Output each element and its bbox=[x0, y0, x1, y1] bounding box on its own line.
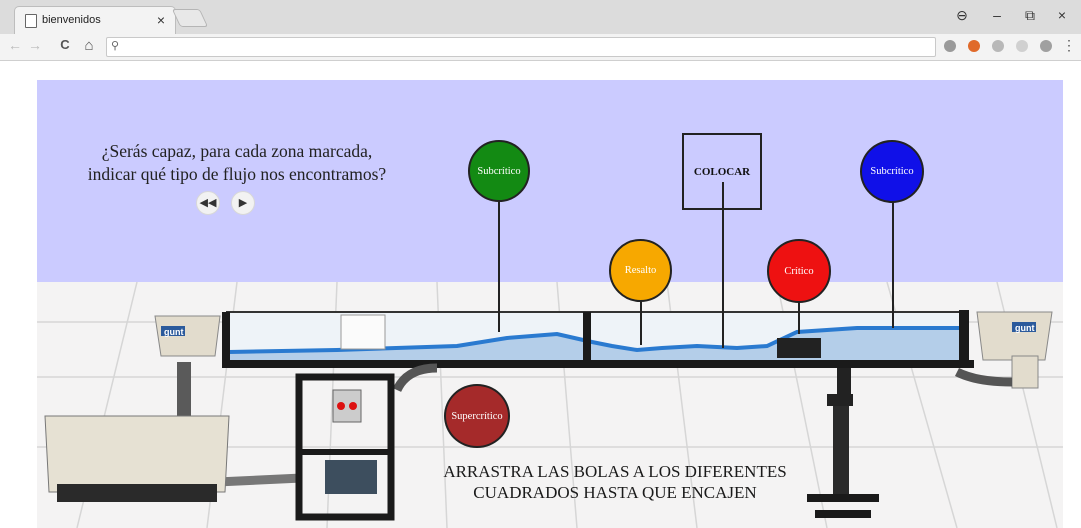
rewind-button[interactable]: ◀◀ bbox=[196, 191, 220, 215]
extension-recycle-icon[interactable] bbox=[992, 40, 1004, 52]
url-input[interactable] bbox=[127, 39, 931, 55]
reload-icon[interactable]: C bbox=[56, 37, 74, 52]
forward-icon[interactable]: → bbox=[26, 37, 44, 53]
ball-critico[interactable]: Crítico bbox=[767, 239, 831, 303]
question-text: ¿Serás capaz, para cada zona marcada, in… bbox=[62, 140, 412, 186]
ball-subcritico-green[interactable]: Subcrítico bbox=[468, 140, 530, 202]
document-icon bbox=[25, 14, 37, 28]
marker-line-2 bbox=[640, 301, 642, 345]
extension-grey-icon[interactable] bbox=[1016, 40, 1028, 52]
browser-menu-icon[interactable]: ⋮ bbox=[1060, 37, 1078, 54]
instructions-line-1: ARRASTRA LAS BOLAS A LOS DIFERENTES bbox=[443, 462, 787, 481]
minimize-button[interactable]: – bbox=[985, 7, 1009, 23]
brand-logo-left: gunt bbox=[164, 327, 184, 337]
play-button[interactable]: ▶ bbox=[231, 191, 255, 215]
account-icon[interactable]: ⊖ bbox=[950, 7, 974, 24]
ball-subcritico-blue[interactable]: Subcrítico bbox=[860, 140, 924, 203]
question-line-1: ¿Serás capaz, para cada zona marcada, bbox=[101, 141, 373, 161]
extension-orange-icon[interactable] bbox=[968, 40, 980, 52]
back-icon[interactable]: ← bbox=[6, 37, 24, 53]
extension-cloud-icon[interactable] bbox=[944, 40, 956, 52]
drop-target-colocar[interactable]: COLOCAR bbox=[682, 133, 762, 210]
instructions-line-2: CUADRADOS HASTA QUE ENCAJEN bbox=[473, 483, 757, 502]
browser-tab-strip: bienvenidos × ⊖ – ⧉ × bbox=[0, 0, 1081, 35]
restore-button[interactable]: ⧉ bbox=[1018, 7, 1042, 24]
tab-close-icon[interactable]: × bbox=[157, 12, 165, 28]
brand-logo-right: gunt bbox=[1015, 323, 1035, 333]
close-window-button[interactable]: × bbox=[1050, 7, 1074, 23]
address-bar: ← → C ⌂ ⚲ ⋮ bbox=[0, 34, 1081, 61]
marker-line-5 bbox=[892, 202, 894, 328]
new-tab-button[interactable] bbox=[171, 9, 209, 27]
tab-title: bienvenidos bbox=[42, 14, 101, 26]
instructions-text: ARRASTRA LAS BOLAS A LOS DIFERENTES CUAD… bbox=[400, 461, 830, 503]
marker-line-1 bbox=[498, 202, 500, 332]
home-icon[interactable]: ⌂ bbox=[80, 37, 98, 54]
question-line-2: indicar qué tipo de flujo nos encontramo… bbox=[87, 164, 387, 184]
omnibox[interactable]: ⚲ bbox=[106, 37, 936, 57]
ball-supercritico[interactable]: Supercrítico bbox=[444, 384, 510, 448]
marker-line-4 bbox=[798, 300, 800, 334]
ball-resalto[interactable]: Resalto bbox=[609, 239, 672, 302]
extension-circle-icon[interactable] bbox=[1040, 40, 1052, 52]
browser-tab[interactable]: bienvenidos × bbox=[14, 6, 176, 35]
search-icon: ⚲ bbox=[111, 40, 120, 52]
